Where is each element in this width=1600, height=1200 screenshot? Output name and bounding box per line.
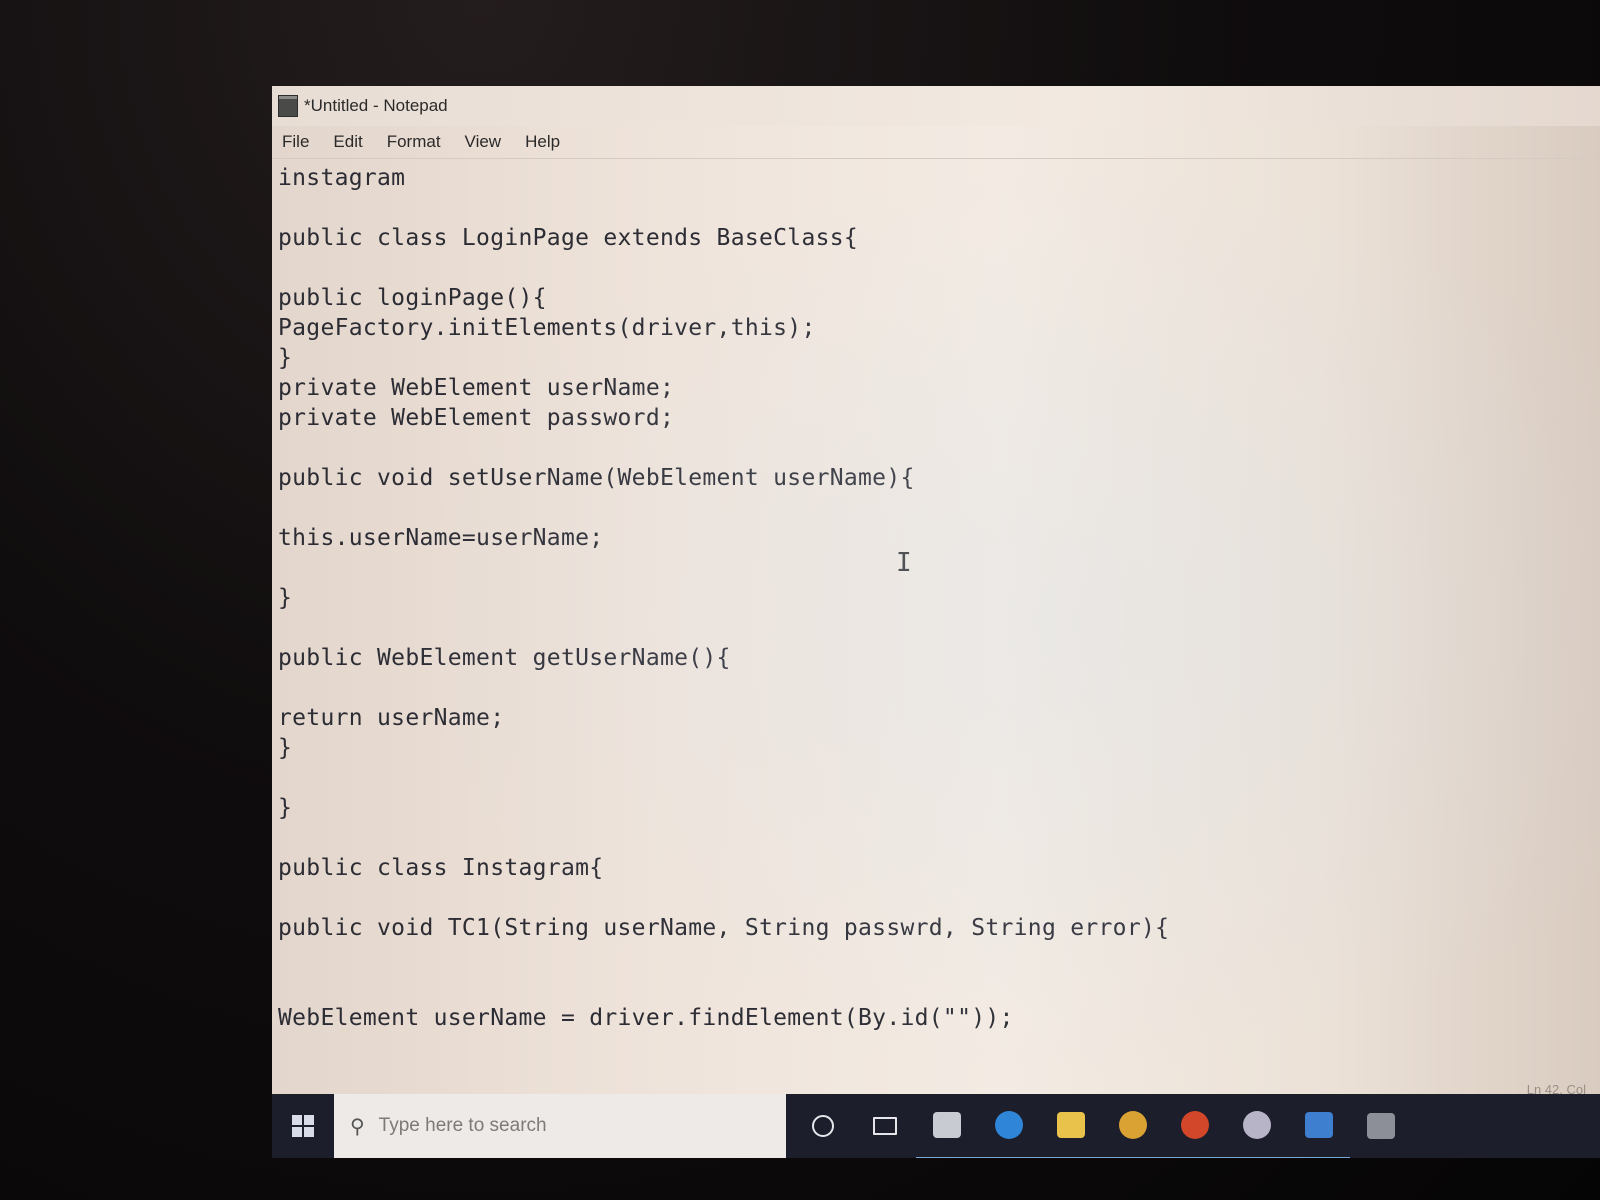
pinned-app-icon[interactable] [1350, 1094, 1412, 1158]
code-line: public class LoginPage extends BaseClass… [278, 225, 859, 251]
edge-icon[interactable] [978, 1093, 1040, 1158]
notepad-icon [278, 95, 298, 117]
task-view-icon[interactable] [854, 1094, 916, 1158]
ibeam-cursor-icon: I [896, 548, 912, 578]
menu-help[interactable]: Help [523, 130, 562, 154]
code-line: } [278, 735, 293, 761]
powerpoint-icon-glyph [1181, 1110, 1209, 1139]
code-line: } [278, 585, 293, 611]
chrome-profile-icon-glyph [1243, 1110, 1271, 1139]
code-line: instagram [278, 165, 406, 191]
menu-format[interactable]: Format [385, 130, 443, 154]
menu-edit[interactable]: Edit [331, 130, 364, 154]
code-line: } [278, 345, 293, 371]
code-line: public void TC1(String userName, String … [278, 915, 1170, 941]
start-button[interactable] [272, 1094, 334, 1158]
taskbar-icons [792, 1093, 1412, 1158]
app-icon[interactable] [1288, 1093, 1350, 1158]
taskbar-search[interactable]: ⚲ Type here to search [334, 1094, 786, 1158]
cortana-icon[interactable] [792, 1094, 854, 1158]
file-explorer-icon-glyph [1057, 1111, 1085, 1138]
code-line: private WebElement userName; [278, 375, 675, 401]
file-explorer-icon[interactable] [1040, 1093, 1102, 1158]
menu-bar: File Edit Format View Help [272, 126, 1600, 158]
edge-icon-glyph [995, 1110, 1023, 1139]
chrome-icon[interactable] [1102, 1093, 1164, 1158]
code-line: public void setUserName(WebElement userN… [278, 465, 915, 491]
window-title: *Untitled - Notepad [304, 96, 448, 115]
screen: *Untitled - Notepad File Edit Format Vie… [272, 86, 1600, 1158]
menu-view[interactable]: View [463, 130, 504, 154]
task-view-glyph-icon [873, 1117, 897, 1135]
app-icon-glyph [1305, 1111, 1333, 1138]
code-line: public loginPage(){ [278, 285, 547, 311]
code-line: public WebElement getUserName(){ [278, 645, 731, 671]
taskbar: ⚲ Type here to search [272, 1094, 1600, 1158]
menu-file[interactable]: File [280, 130, 311, 154]
text-editor[interactable]: instagram public class LoginPage extends … [272, 158, 1600, 1078]
chrome-profile-icon[interactable] [1226, 1093, 1288, 1158]
code-line: this.userName=userName; [278, 525, 604, 551]
code-line: WebElement userName = driver.findElement… [278, 1005, 1014, 1031]
pinned-app-icon-glyph [1367, 1113, 1395, 1139]
code-line: return userName; [278, 705, 505, 731]
chrome-icon-glyph [1119, 1110, 1147, 1139]
cortana-ring-icon [812, 1115, 834, 1137]
code-line: private WebElement password; [278, 405, 675, 431]
windows-icon [292, 1115, 314, 1137]
store-icon-glyph [933, 1111, 961, 1138]
store-icon[interactable] [916, 1093, 978, 1158]
powerpoint-icon[interactable] [1164, 1093, 1226, 1158]
code-line: PageFactory.initElements(driver,this); [278, 315, 816, 341]
search-icon: ⚲ [350, 1114, 365, 1138]
code-line: } [278, 795, 293, 821]
code-line: public class Instagram{ [278, 855, 604, 881]
search-placeholder: Type here to search [378, 1115, 547, 1136]
title-bar[interactable]: *Untitled - Notepad [272, 86, 1600, 126]
